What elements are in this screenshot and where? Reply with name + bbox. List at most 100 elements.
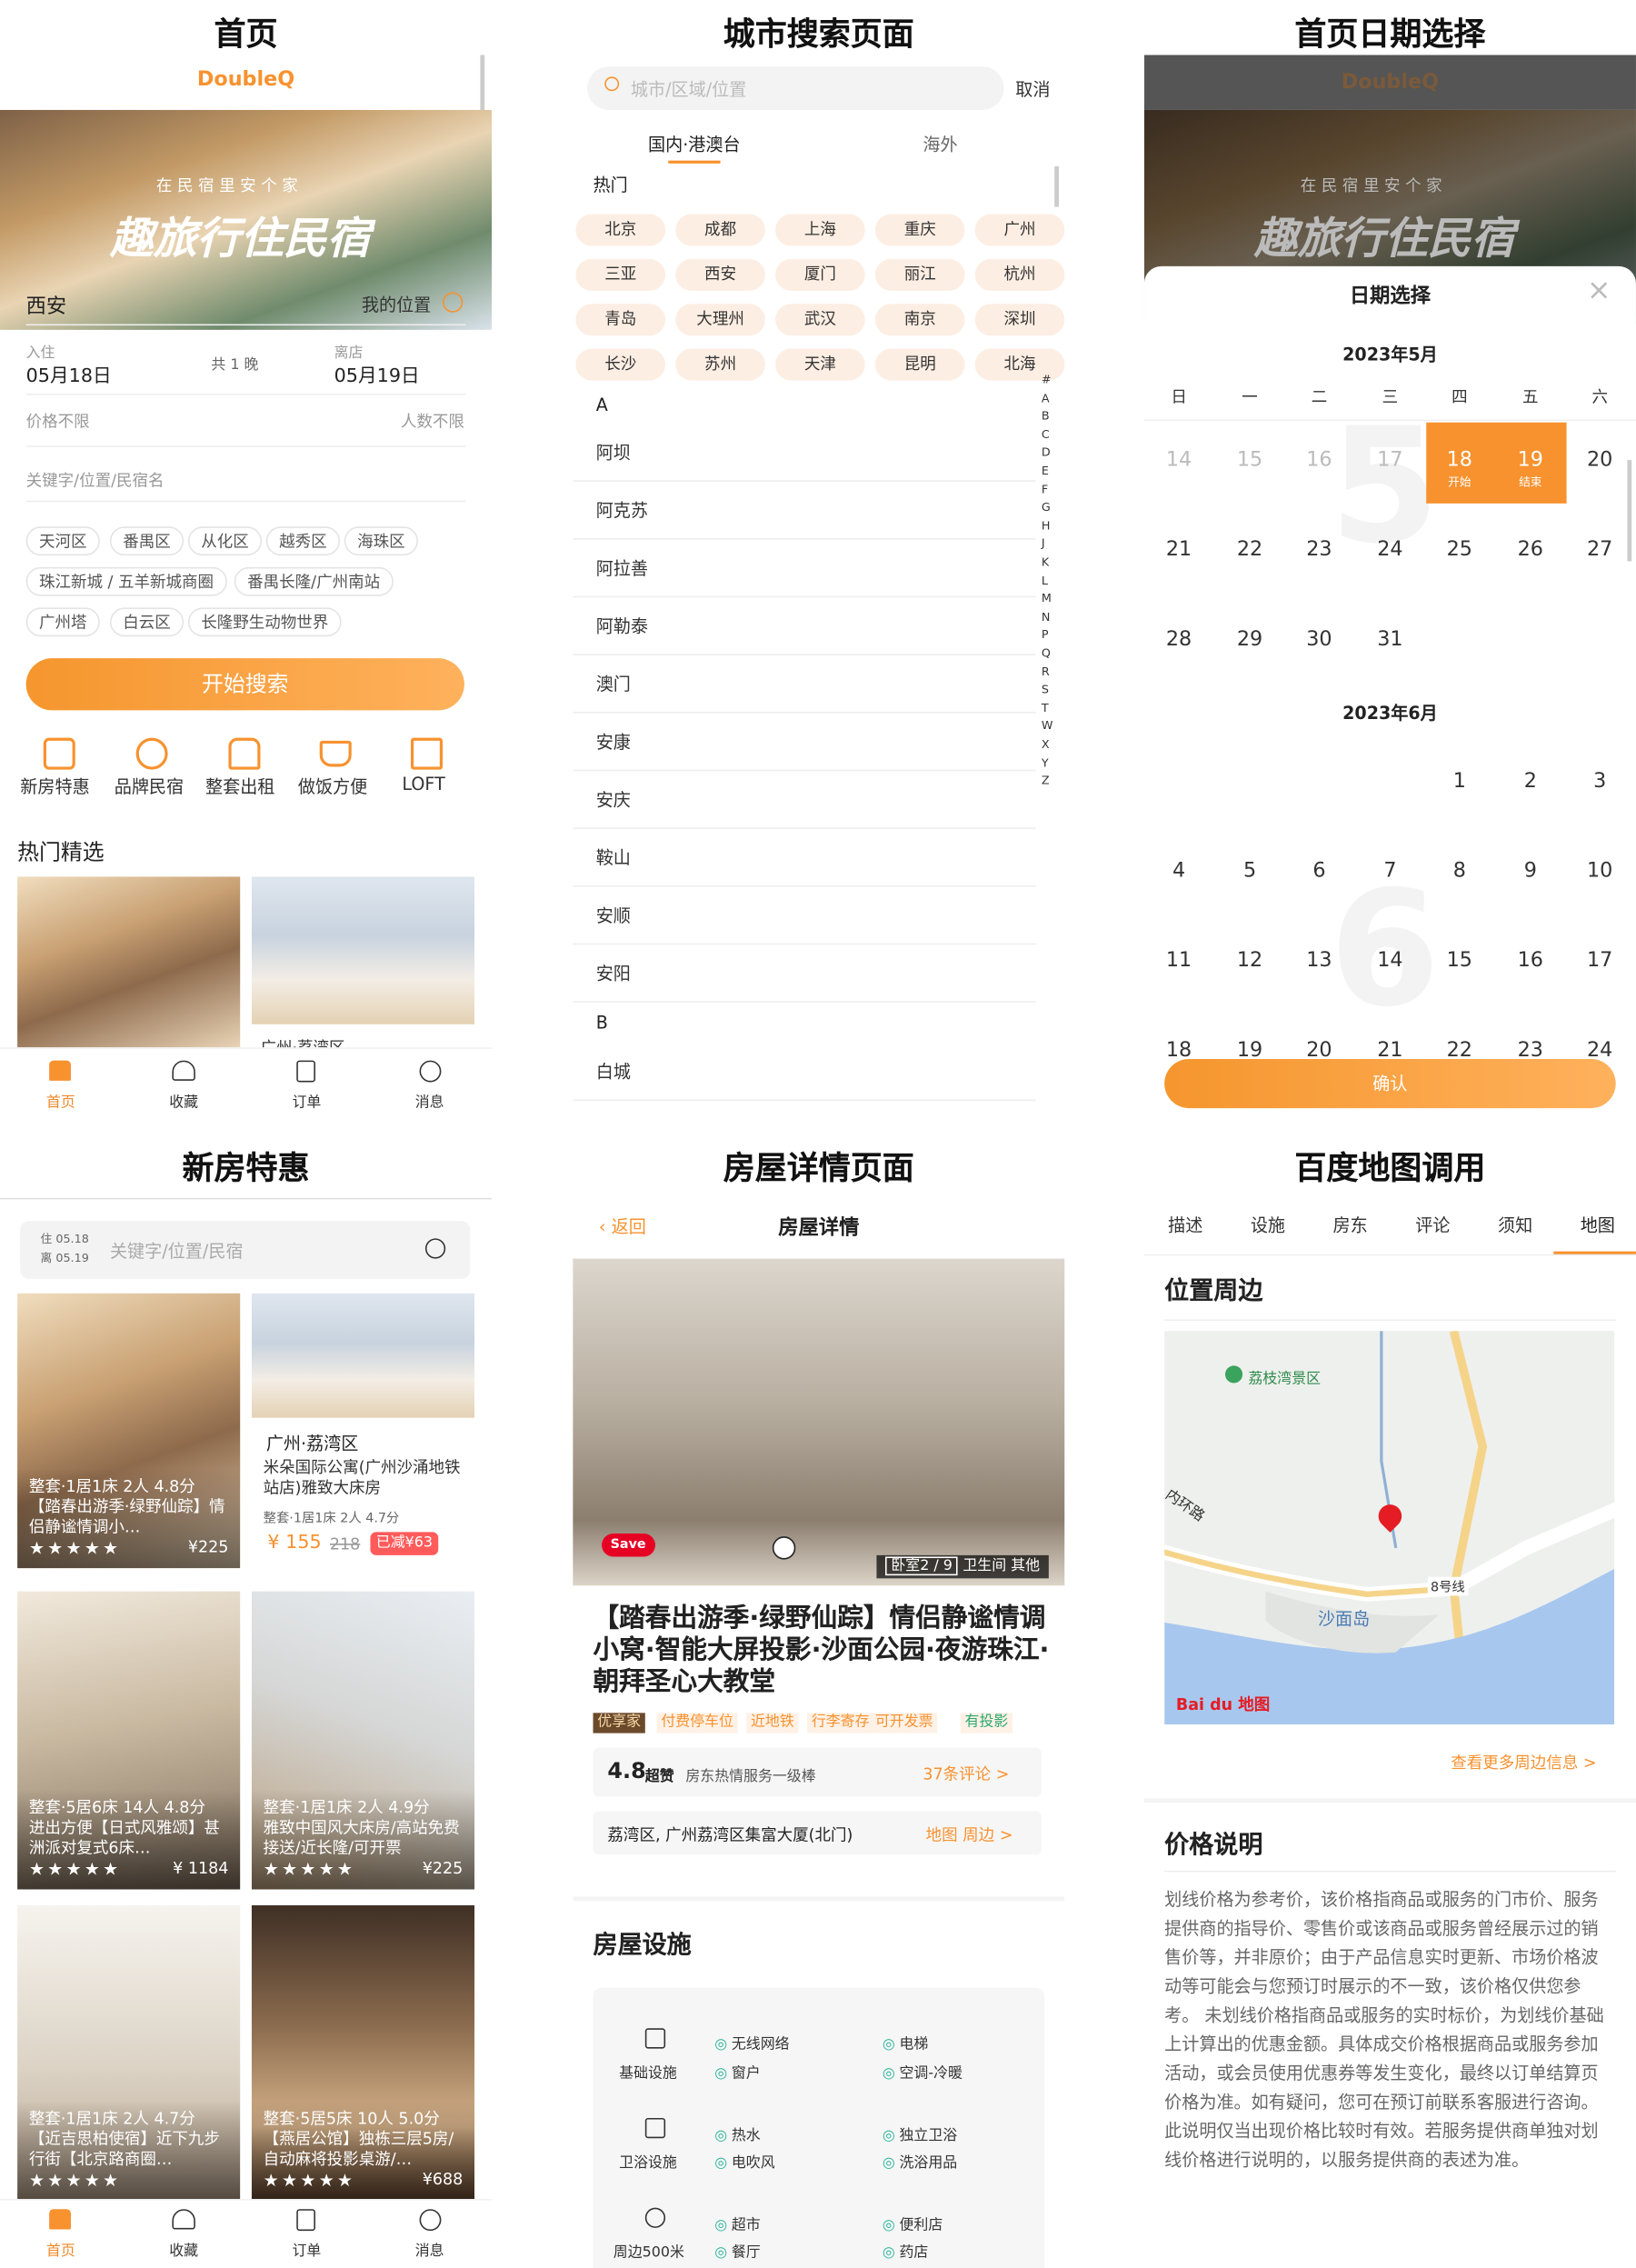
hot-city-chip[interactable]: 成都 bbox=[675, 214, 765, 246]
area-tag[interactable]: 番禺长隆/广州南站 bbox=[234, 566, 394, 596]
hot-city-chip[interactable]: 三亚 bbox=[575, 258, 666, 291]
tab-orders[interactable]: 订单 bbox=[264, 2238, 350, 2260]
listing-card[interactable]: 整套·1居1床 2人 4.7分 【近吉思柏使宿】近下九步行街【北京路商圈… ★★… bbox=[17, 1905, 241, 2201]
checkin-date[interactable]: 住 05.18 bbox=[41, 1231, 89, 1247]
start-search-button[interactable]: 开始搜索 bbox=[25, 658, 464, 711]
calendar-day[interactable]: 22 bbox=[1221, 538, 1279, 561]
city-list-item[interactable]: 安顺 bbox=[573, 887, 1036, 945]
calendar-day[interactable]: 30 bbox=[1291, 628, 1349, 651]
city-list-item[interactable]: 安康 bbox=[573, 714, 1036, 772]
loft-icon[interactable] bbox=[410, 737, 443, 770]
save-button[interactable]: Save bbox=[602, 1533, 655, 1557]
calendar-day[interactable]: 13 bbox=[1291, 949, 1349, 972]
index-letter[interactable]: G bbox=[1042, 501, 1051, 514]
tab-home[interactable]: 首页 bbox=[17, 1089, 104, 1112]
calendar-day[interactable]: 7 bbox=[1362, 859, 1420, 882]
locate-icon[interactable] bbox=[442, 292, 464, 313]
hot-city-chip[interactable]: 重庆 bbox=[874, 214, 965, 246]
message-icon[interactable] bbox=[419, 1060, 442, 1083]
index-letter[interactable]: Z bbox=[1042, 774, 1050, 787]
hot-city-chip[interactable]: 南京 bbox=[874, 304, 965, 336]
newhouse-search-bar[interactable]: 住 05.18 离 05.19 关键字/位置/民宿 bbox=[20, 1221, 471, 1279]
city-search-box[interactable]: 城市/区域/位置 bbox=[587, 66, 1004, 110]
area-tag[interactable]: 广州塔 bbox=[25, 607, 100, 637]
map-link[interactable]: 地图 周边 > bbox=[926, 1823, 1013, 1845]
category-cooking[interactable]: 做饭方便 bbox=[298, 774, 367, 798]
detail-tab[interactable]: 评论 bbox=[1392, 1213, 1474, 1237]
listing-card[interactable]: 整套·5居6床 14人 4.8分 进出方便【日式风雅颂】甚洲派对复式6床… ★★… bbox=[17, 1591, 241, 1890]
index-letter[interactable]: H bbox=[1042, 519, 1051, 532]
cancel-button[interactable]: 取消 bbox=[1015, 76, 1050, 101]
calendar-day[interactable]: 27 bbox=[1571, 538, 1629, 561]
index-letter[interactable]: S bbox=[1042, 683, 1049, 695]
heart-icon[interactable] bbox=[172, 1060, 195, 1081]
home-icon[interactable] bbox=[49, 1060, 71, 1081]
calendar-day[interactable]: 17 bbox=[1571, 949, 1629, 972]
hot-city-chip[interactable]: 青岛 bbox=[575, 304, 666, 336]
calendar-day[interactable]: 9 bbox=[1501, 859, 1560, 882]
detail-tab[interactable]: 设施 bbox=[1227, 1213, 1310, 1237]
people-filter[interactable]: 人数不限 bbox=[401, 409, 464, 432]
index-letter[interactable]: W bbox=[1042, 720, 1053, 733]
order-icon[interactable] bbox=[296, 2209, 315, 2232]
hot-city-chip[interactable]: 上海 bbox=[775, 214, 865, 246]
tab-domestic[interactable]: 国内·港澳台 bbox=[648, 132, 741, 156]
index-letter[interactable]: R bbox=[1042, 664, 1050, 677]
checkout-date[interactable]: 05月19日 bbox=[334, 360, 420, 388]
calendar-day[interactable]: 29 bbox=[1221, 628, 1279, 651]
index-letter[interactable]: C bbox=[1042, 428, 1050, 441]
pot-icon[interactable] bbox=[319, 740, 352, 767]
new-house-icon[interactable] bbox=[43, 737, 75, 770]
hot-city-chip[interactable]: 大理州 bbox=[675, 304, 765, 336]
calendar-day[interactable]: 14 bbox=[1362, 949, 1420, 972]
photo-counter[interactable]: 卧室2 / 9 bbox=[884, 1556, 959, 1576]
tab-messages[interactable]: 消息 bbox=[386, 2238, 473, 2260]
checkin-date[interactable]: 05月18日 bbox=[26, 360, 112, 388]
area-tag[interactable]: 珠江新城 / 五羊新城商圈 bbox=[25, 566, 227, 596]
category-loft[interactable]: LOFT bbox=[402, 774, 444, 794]
price-filter[interactable]: 价格不限 bbox=[26, 409, 90, 432]
category-new-house[interactable]: 新房特惠 bbox=[20, 774, 89, 798]
city-list-item[interactable]: 阿克苏 bbox=[573, 482, 1036, 540]
calendar-day[interactable]: 25 bbox=[1431, 538, 1489, 561]
photo-tab[interactable]: 卫生间 bbox=[963, 1558, 1006, 1574]
heart-icon[interactable] bbox=[172, 2209, 195, 2230]
tab-orders[interactable]: 订单 bbox=[264, 1089, 350, 1112]
city-list-item[interactable]: 白城 bbox=[573, 1043, 1036, 1102]
calendar-day[interactable]: 16 bbox=[1501, 949, 1560, 972]
keyword-input[interactable]: 关键字/位置/民宿 bbox=[110, 1238, 244, 1263]
index-letter[interactable]: # bbox=[1042, 374, 1052, 386]
detail-tab[interactable]: 须知 bbox=[1474, 1213, 1557, 1237]
calendar-day[interactable]: 8 bbox=[1431, 859, 1489, 882]
index-letter[interactable]: N bbox=[1042, 610, 1051, 623]
city-list-item[interactable]: 鞍山 bbox=[573, 829, 1036, 887]
hot-city-chip[interactable]: 昆明 bbox=[874, 348, 965, 381]
index-letter[interactable]: B bbox=[1042, 410, 1050, 423]
hot-city-chip[interactable]: 长沙 bbox=[575, 348, 666, 381]
hot-card-photo[interactable] bbox=[17, 876, 241, 1048]
hot-card-photo[interactable] bbox=[251, 876, 475, 1024]
area-tag[interactable]: 海珠区 bbox=[344, 526, 418, 556]
city-label[interactable]: 西安 bbox=[26, 291, 67, 320]
tab-home[interactable]: 首页 bbox=[17, 2238, 104, 2260]
index-letter[interactable]: F bbox=[1042, 483, 1048, 495]
calendar-day[interactable]: 21 bbox=[1150, 538, 1208, 561]
tab-favorites[interactable]: 收藏 bbox=[140, 2238, 226, 2260]
area-tag[interactable]: 白云区 bbox=[109, 607, 185, 637]
area-tag[interactable]: 番禺区 bbox=[109, 526, 185, 556]
zoom-icon[interactable] bbox=[772, 1536, 796, 1560]
index-letter[interactable]: L bbox=[1042, 574, 1048, 586]
detail-tab[interactable]: 描述 bbox=[1144, 1213, 1227, 1237]
calendar-day[interactable]: 4 bbox=[1150, 859, 1208, 882]
calendar-day[interactable]: 12 bbox=[1221, 949, 1279, 972]
listing-photo[interactable] bbox=[251, 1293, 475, 1418]
tab-favorites[interactable]: 收藏 bbox=[140, 1089, 226, 1112]
city-list-item[interactable]: 安庆 bbox=[573, 771, 1036, 829]
my-location-button[interactable]: 我的位置 bbox=[362, 292, 431, 316]
category-brand[interactable]: 品牌民宿 bbox=[115, 774, 184, 798]
city-list-item[interactable]: 阿坝 bbox=[573, 424, 1036, 482]
index-letter[interactable]: Y bbox=[1042, 756, 1049, 769]
city-list-item[interactable]: 阿拉善 bbox=[573, 540, 1036, 598]
detail-tab[interactable]: 地图 bbox=[1556, 1213, 1636, 1237]
order-icon[interactable] bbox=[296, 1060, 315, 1083]
